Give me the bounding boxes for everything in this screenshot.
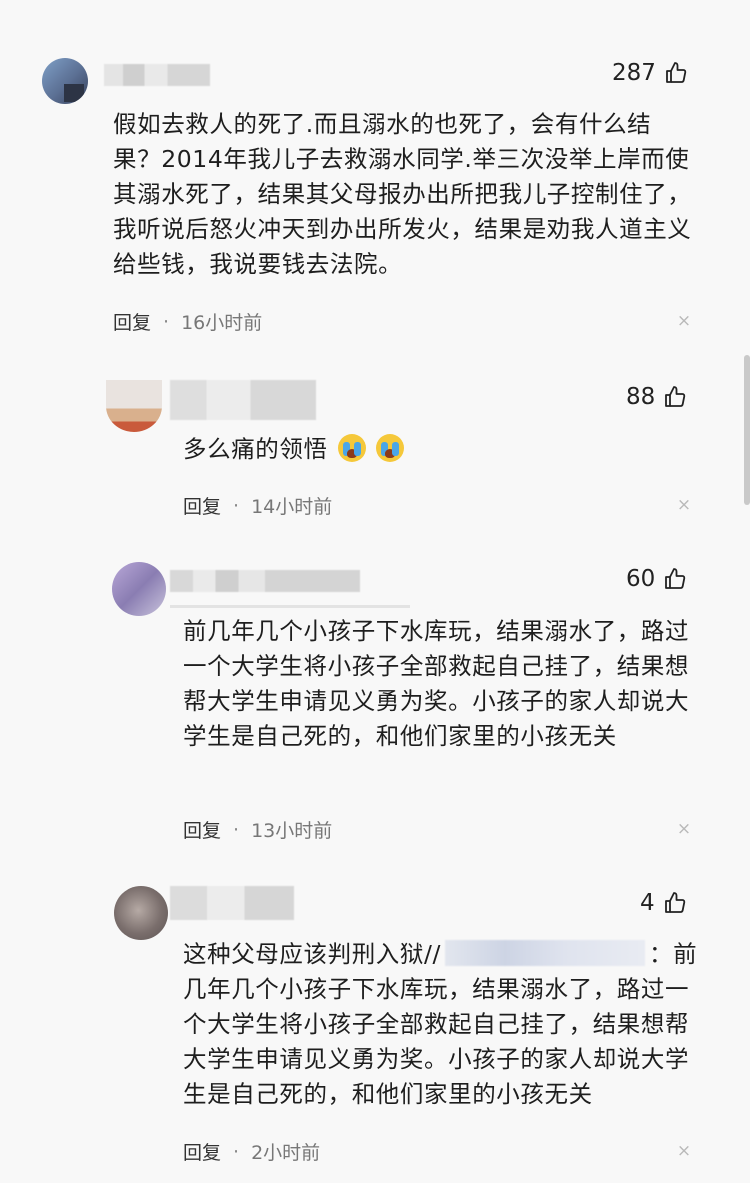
- scrollbar[interactable]: [744, 355, 750, 505]
- close-icon[interactable]: ×: [676, 1141, 692, 1161]
- thumbs-up-icon: [663, 891, 687, 915]
- quoted-username[interactable]: [445, 940, 646, 966]
- comment-meta: 回复 · 2小时前: [183, 1138, 320, 1165]
- timestamp: 2小时前: [251, 1142, 321, 1164]
- like-button[interactable]: 4: [640, 890, 687, 916]
- comment-text: 这种父母应该判刑入狱//: [183, 940, 442, 968]
- reply-button[interactable]: 回复: [183, 1138, 221, 1165]
- comment-item: 4 这种父母应该判刑入狱//：前几年几个小孩子下水库玩，结果溺水了，路过一个大学…: [0, 0, 740, 1183]
- like-count: 4: [640, 890, 655, 916]
- avatar[interactable]: [114, 886, 168, 940]
- username[interactable]: [170, 886, 294, 920]
- comment-text-block: 这种父母应该判刑入狱//：前几年几个小孩子下水库玩，结果溺水了，路过一个大学生将…: [183, 937, 698, 1112]
- separator: ·: [233, 1140, 240, 1163]
- comment-list: 287 假如去救人的死了.而且溺水的也死了，会有什么结果？2014年我儿子去救溺…: [0, 0, 750, 1183]
